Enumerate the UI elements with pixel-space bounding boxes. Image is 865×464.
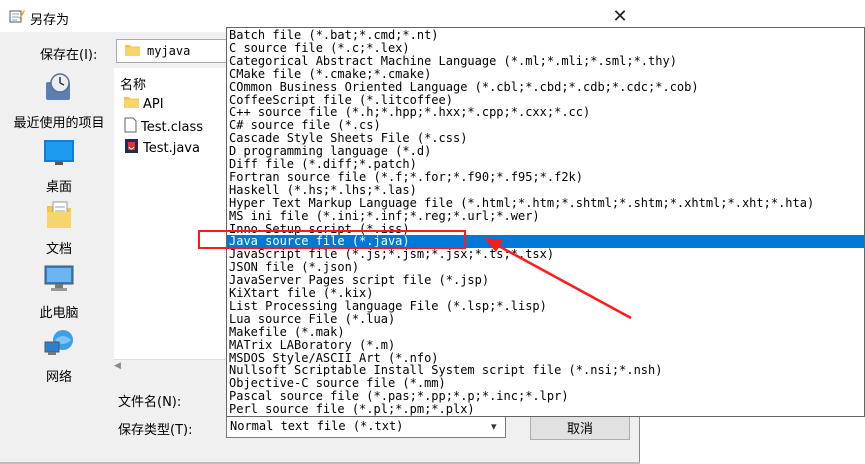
place-this-pc[interactable]: 此电脑 bbox=[6, 264, 112, 321]
list-item[interactable]: API bbox=[124, 96, 164, 112]
place-label: 桌面 bbox=[45, 180, 72, 195]
place-network[interactable]: 网络 bbox=[6, 328, 112, 385]
file-list[interactable]: 名称 API Test.class Test.java bbox=[114, 68, 234, 372]
chevron-down-icon: ▾ bbox=[491, 420, 497, 433]
filetype-value: Normal text file (*.txt) bbox=[230, 419, 404, 433]
place-label: 此电脑 bbox=[39, 306, 79, 321]
dropdown-option[interactable]: Perl source file (*.pl;*.pm;*.plx) bbox=[227, 403, 864, 416]
list-item[interactable]: Test.class bbox=[124, 117, 203, 137]
folder-icon bbox=[124, 96, 139, 112]
horizontal-scrollbar[interactable]: ◀ bbox=[114, 359, 234, 374]
this-pc-icon bbox=[6, 264, 112, 298]
recent-items-icon bbox=[6, 72, 112, 108]
file-icon bbox=[124, 117, 137, 137]
save-in-label: 保存在(I): bbox=[40, 48, 98, 63]
location-combobox[interactable]: myjava bbox=[116, 39, 231, 63]
place-documents[interactable]: 文档 bbox=[6, 200, 112, 257]
documents-icon bbox=[6, 200, 112, 234]
folder-icon bbox=[125, 44, 140, 56]
desktop-icon bbox=[6, 138, 112, 172]
cancel-button[interactable]: 取消 bbox=[530, 414, 630, 440]
dropdown-option[interactable]: List Processing language File (*.lsp;*.l… bbox=[227, 299, 864, 313]
notepad-app-icon bbox=[9, 9, 25, 23]
list-item[interactable]: Test.java bbox=[124, 138, 200, 158]
column-header-name[interactable]: 名称 bbox=[120, 74, 146, 93]
file-name: Test.java bbox=[143, 140, 200, 156]
filename-label: 文件名(N): bbox=[118, 395, 182, 410]
java-file-icon bbox=[124, 138, 139, 158]
location-value: myjava bbox=[147, 44, 191, 58]
dropdown-option[interactable]: CMake file (*.cmake;*.cmake) bbox=[227, 67, 864, 81]
filetype-dropdown-list[interactable]: Batch file (*.bat;*.cmd;*.nt) C source fi… bbox=[226, 27, 865, 417]
annotation-highlight-box bbox=[198, 230, 466, 249]
dropdown-option[interactable]: Fortran source file (*.f;*.for;*.f90;*.f… bbox=[227, 170, 864, 184]
dropdown-option[interactable]: Lua source File (*.lua) bbox=[227, 312, 864, 326]
dropdown-option[interactable]: Haskell (*.hs;*.lhs;*.las) bbox=[227, 183, 864, 197]
place-desktop[interactable]: 桌面 bbox=[6, 138, 112, 195]
dropdown-option[interactable]: MATrix LABoratory (*.m) bbox=[227, 338, 864, 352]
window-title: 另存为 bbox=[30, 13, 70, 28]
dropdown-option[interactable]: MS ini file (*.ini;*.inf;*.reg;*.url;*.w… bbox=[227, 209, 864, 223]
place-label: 网络 bbox=[45, 370, 72, 385]
places-bar: 最近使用的项目 桌面 文档 此电脑 网络 bbox=[6, 68, 112, 385]
scroll-left-icon[interactable]: ◀ bbox=[114, 361, 121, 371]
filetype-label: 保存类型(T): bbox=[118, 423, 193, 438]
place-recent[interactable]: 最近使用的项目 bbox=[6, 72, 112, 131]
dropdown-option[interactable]: COmmon Business Oriented Language (*.cbl… bbox=[227, 80, 864, 94]
filetype-select[interactable]: Normal text file (*.txt) ▾ bbox=[226, 416, 506, 438]
place-label: 文档 bbox=[45, 242, 72, 257]
close-button[interactable]: ✕ bbox=[605, 3, 635, 29]
file-name: Test.class bbox=[141, 119, 204, 135]
dropdown-option[interactable]: Hyper Text Markup Language file (*.html;… bbox=[227, 196, 864, 210]
dropdown-option[interactable]: Categorical Abstract Machine Language (*… bbox=[227, 54, 864, 68]
dropdown-option[interactable]: C source file (*.c;*.lex) bbox=[227, 41, 864, 55]
file-name: API bbox=[143, 96, 164, 112]
close-icon: ✕ bbox=[612, 5, 628, 27]
network-icon bbox=[6, 328, 112, 362]
dropdown-option[interactable]: Makefile (*.mak) bbox=[227, 325, 864, 339]
place-label: 最近使用的项目 bbox=[13, 116, 105, 131]
